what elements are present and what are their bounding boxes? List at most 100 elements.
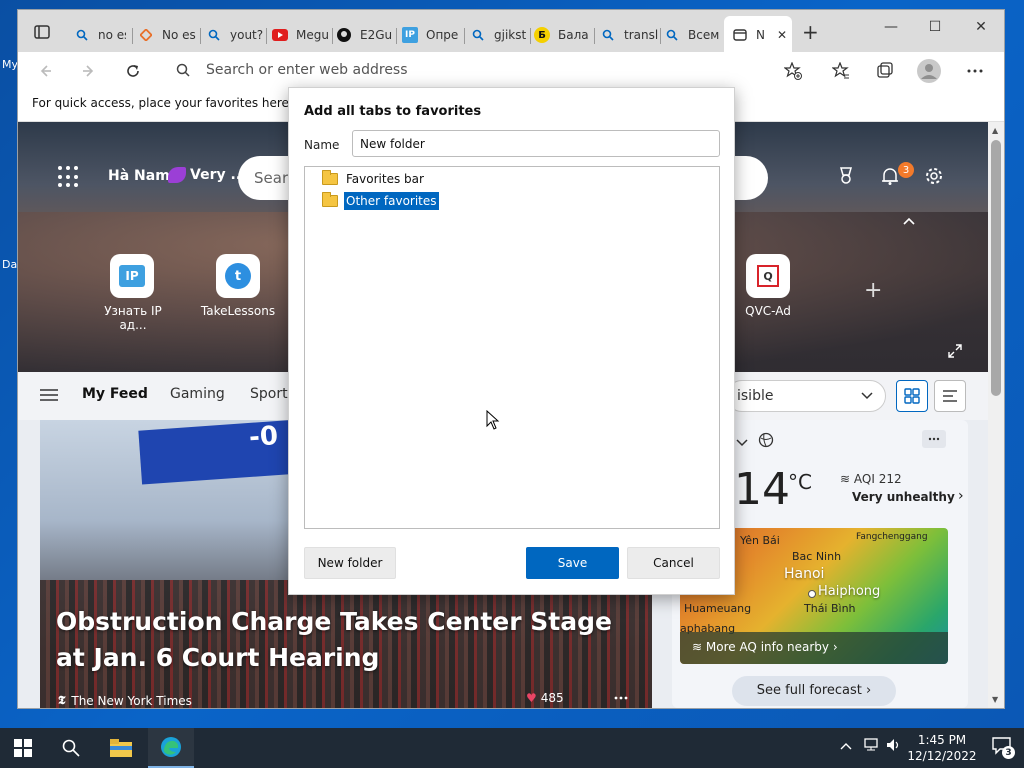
tab-9[interactable]: Всем — [664, 24, 722, 46]
scroll-thumb[interactable] — [991, 140, 1001, 396]
tab-0[interactable]: no es — [74, 24, 126, 46]
tab-separator — [132, 28, 133, 44]
desktop-icon-label[interactable]: Da — [2, 258, 17, 271]
content-visibility-select[interactable]: isible — [726, 380, 886, 412]
rewards-icon[interactable] — [836, 166, 856, 191]
system-clock[interactable]: 1:45 PM 12/12/2022 — [902, 732, 982, 764]
chevron-right-icon[interactable]: › — [958, 488, 964, 504]
folder-tree[interactable]: Favorites bar Other favorites — [304, 166, 720, 529]
folder-name-input[interactable] — [352, 130, 720, 157]
b-icon: Б — [534, 27, 550, 43]
quick-link-tile[interactable]: t — [216, 254, 260, 298]
address-bar[interactable]: Search or enter web address — [164, 56, 814, 84]
folder-label: Favorites bar — [346, 172, 424, 186]
aqi-value[interactable]: ≋ AQI 212 — [840, 472, 902, 486]
more-icon[interactable] — [962, 58, 988, 84]
quick-link-tile[interactable]: Q — [746, 254, 790, 298]
github-icon — [336, 27, 352, 43]
more-aq-info-label: More AQ info nearby — [705, 640, 830, 654]
folder-favorites-bar[interactable]: Favorites bar — [322, 169, 426, 189]
news-more-icon[interactable] — [614, 688, 628, 704]
more-aq-info-link[interactable]: ≋ More AQ info nearby › — [680, 632, 948, 664]
qvc-icon: Q — [757, 265, 779, 287]
tab-4[interactable]: E2Gu — [336, 24, 392, 46]
weather-more-icon[interactable] — [922, 430, 946, 448]
minimize-button[interactable]: — — [868, 12, 914, 42]
back-icon[interactable] — [32, 58, 58, 84]
news-source[interactable]: 𝕿 The New York Times — [58, 693, 192, 708]
new-tab-button[interactable]: + — [802, 20, 822, 44]
temperature-unit[interactable]: °C — [788, 470, 812, 494]
tab-5[interactable]: IP Опре — [402, 24, 460, 46]
chevron-down-icon[interactable] — [736, 436, 748, 451]
tab-8[interactable]: transl — [600, 24, 658, 46]
tab-label: yout? — [230, 28, 264, 42]
tab-my-feed[interactable]: My Feed — [82, 386, 148, 402]
globe-icon[interactable] — [758, 432, 774, 452]
notifications-icon[interactable] — [880, 166, 900, 191]
search-icon — [176, 63, 190, 81]
scroll-up-icon[interactable]: ▲ — [992, 126, 998, 135]
weather-chip[interactable]: Very ... — [168, 167, 246, 183]
collapse-chevron-icon[interactable] — [902, 214, 916, 230]
expand-icon[interactable] — [948, 344, 962, 362]
cancel-button[interactable]: Cancel — [627, 547, 720, 579]
add-favorite-icon[interactable] — [780, 58, 806, 84]
list-view-button[interactable] — [934, 380, 966, 412]
tab-separator — [200, 28, 201, 44]
new-folder-button[interactable]: New folder — [304, 547, 396, 579]
tab-6[interactable]: gjikst — [470, 24, 530, 46]
aqi-description: Very unhealthy — [852, 490, 955, 504]
tab-separator — [530, 28, 531, 44]
see-full-forecast-button[interactable]: See full forecast › — [732, 676, 896, 706]
maximize-button[interactable]: ☐ — [912, 12, 958, 42]
add-quick-link-icon[interactable]: + — [864, 278, 882, 303]
tab-close-icon[interactable]: ✕ — [777, 28, 787, 42]
settings-gear-icon[interactable] — [924, 166, 944, 191]
favorites-icon[interactable] — [828, 58, 854, 84]
apps-grid-icon[interactable] — [58, 166, 80, 188]
forward-icon[interactable] — [76, 58, 102, 84]
clock-time: 1:45 PM — [917, 733, 967, 747]
menu-icon[interactable] — [40, 388, 58, 406]
dialog-title: Add all tabs to favorites — [304, 104, 482, 119]
reactions[interactable]: ♥ 485 — [526, 691, 564, 705]
tab-actions-icon[interactable] — [32, 22, 52, 42]
tab-separator — [396, 28, 397, 44]
edge-icon[interactable] — [148, 728, 194, 768]
folder-other-favorites[interactable]: Other favorites — [322, 191, 439, 211]
tab-label: N — [756, 28, 765, 42]
toolbar: Search or enter web address — [18, 52, 1004, 88]
tab-1[interactable]: No es — [138, 24, 196, 46]
tab-label: gjikst — [494, 28, 527, 42]
volume-icon[interactable] — [886, 738, 902, 756]
page-scrollbar[interactable]: ▲ ▼ — [988, 122, 1004, 708]
grid-view-button[interactable] — [896, 380, 928, 412]
web-search-placeholder: Sear — [254, 169, 289, 187]
name-label: Name — [304, 138, 340, 152]
tab-3[interactable]: Megu — [272, 24, 328, 46]
tray-overflow-icon[interactable] — [840, 738, 852, 754]
location-label[interactable]: Hà Nam — [108, 168, 170, 184]
chevron-right-icon: › — [832, 640, 838, 654]
profile-avatar[interactable] — [916, 58, 942, 84]
tab-active[interactable]: N ✕ — [724, 16, 792, 52]
news-headline[interactable]: Obstruction Charge Takes Center Stage at… — [56, 604, 636, 676]
start-button[interactable] — [0, 728, 46, 768]
close-button[interactable]: ✕ — [958, 12, 1004, 42]
file-explorer-icon[interactable] — [98, 728, 144, 768]
refresh-icon[interactable] — [120, 58, 146, 84]
tab-gaming[interactable]: Gaming — [170, 386, 225, 402]
search-icon[interactable] — [48, 728, 94, 768]
collections-icon[interactable] — [872, 58, 898, 84]
action-center-icon[interactable]: 3 — [992, 736, 1016, 760]
quick-link-tile[interactable]: IP — [110, 254, 154, 298]
save-button[interactable]: Save — [526, 547, 619, 579]
diamond-icon — [138, 27, 154, 43]
network-icon[interactable] — [864, 738, 880, 756]
tab-10[interactable]: N ✕ — [732, 24, 788, 46]
tab-2[interactable]: yout? — [206, 24, 264, 46]
desktop-icon-label[interactable]: My — [2, 58, 18, 71]
scroll-down-icon[interactable]: ▼ — [992, 695, 998, 704]
tab-7[interactable]: Б Бала — [534, 24, 592, 46]
